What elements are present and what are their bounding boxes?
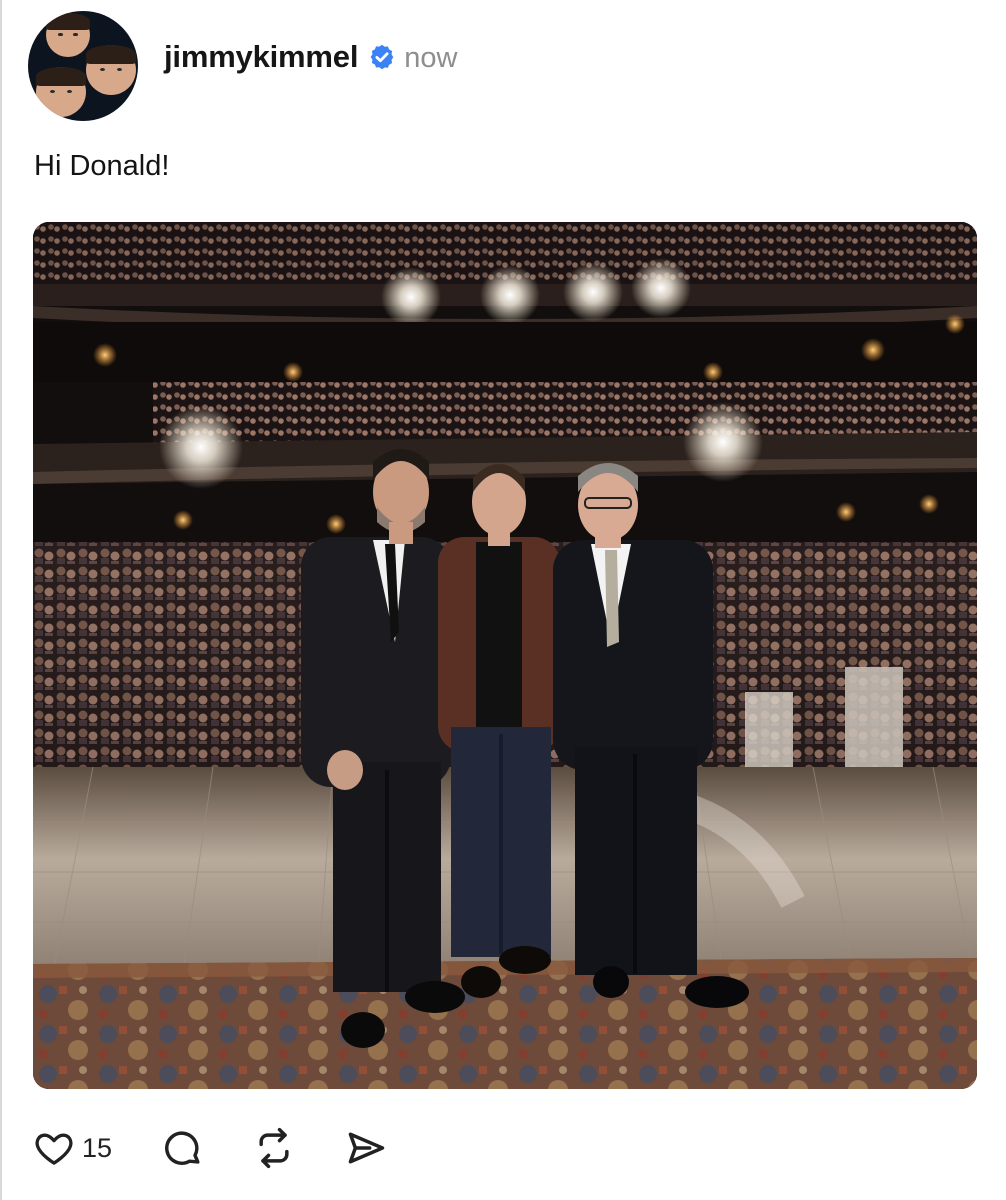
username[interactable]: jimmykimmel	[164, 39, 358, 75]
left-border	[0, 0, 2, 1200]
repost-button[interactable]	[252, 1126, 296, 1170]
comment-icon	[165, 1131, 200, 1165]
post-text: Hi Donald!	[34, 150, 170, 182]
avatar[interactable]	[28, 11, 138, 121]
post-header: jimmykimmel now	[28, 10, 457, 122]
post-actions: 15	[32, 1122, 436, 1174]
post-timestamp: now	[404, 42, 458, 74]
like-button[interactable]: 15	[32, 1126, 112, 1170]
post-photo[interactable]	[33, 222, 977, 1089]
like-count: 15	[82, 1132, 113, 1163]
share-button[interactable]	[344, 1126, 388, 1170]
avatar-face	[86, 45, 136, 95]
heart-icon	[35, 1133, 73, 1165]
post-meta: jimmykimmel now	[164, 39, 457, 75]
avatar-face	[46, 13, 90, 57]
verified-badge-icon	[370, 44, 394, 70]
send-icon	[348, 1132, 385, 1164]
avatar-face	[36, 67, 86, 117]
repost-icon	[259, 1127, 289, 1169]
comment-button[interactable]	[160, 1126, 204, 1170]
